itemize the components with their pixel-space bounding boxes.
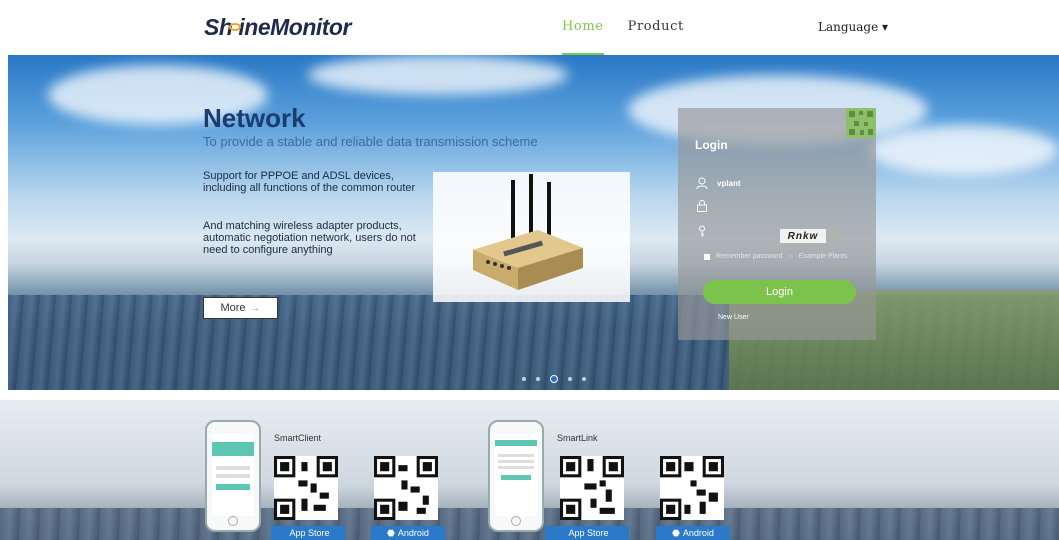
arrow-right-icon: → — [249, 302, 261, 314]
nav-product[interactable]: Product — [628, 19, 684, 55]
more-label: More — [220, 302, 246, 314]
phone-home-button — [511, 516, 521, 526]
cloud-decoration — [308, 55, 568, 95]
logo-shine: Sh — [204, 14, 233, 40]
smartclient-appstore-qr-icon — [274, 456, 338, 520]
login-panel: Login vplant Rnkw ✔ Remember password ⌂ … — [678, 108, 876, 340]
smartclient-appstore-button[interactable]: App Store — [271, 526, 345, 540]
remember-label[interactable]: Remember password — [716, 253, 783, 260]
apps-section: SmartClient App Store ⬣ Android SmartLink — [0, 400, 1059, 540]
phone-screen — [495, 434, 537, 516]
carousel-dot-1[interactable] — [522, 377, 526, 381]
login-button[interactable]: Login — [703, 280, 856, 304]
nav-home[interactable]: Home — [562, 19, 604, 55]
android-icon: ⬣ — [387, 527, 395, 538]
router-device-image — [433, 172, 630, 302]
username-value: vplant — [717, 178, 741, 188]
user-icon — [695, 176, 709, 190]
captcha-image[interactable]: Rnkw — [780, 229, 826, 243]
home-icon: ⌂ — [788, 253, 793, 260]
new-user-link[interactable]: New User — [718, 314, 749, 321]
banner-paragraph-1: Support for PPPOE and ADSL devices, incl… — [203, 170, 416, 194]
language-dropdown[interactable]: Language ▾ — [818, 20, 888, 34]
smartclient-android-button[interactable]: ⬣ Android — [371, 526, 445, 540]
main-nav: Home Product — [562, 19, 684, 55]
android-icon: ⬣ — [672, 527, 680, 538]
smartclient-phone-image — [205, 420, 261, 532]
remember-checkbox[interactable] — [704, 253, 710, 260]
smartlink-appstore-qr-icon — [560, 456, 624, 520]
username-field[interactable]: vplant — [695, 172, 860, 194]
carousel-dot-3[interactable] — [550, 375, 558, 383]
login-title: Login — [695, 138, 728, 152]
captcha-check-icon: ✔ — [830, 231, 837, 240]
smartlink-phone-image — [488, 420, 544, 532]
smartlink-name: SmartLink — [557, 433, 598, 443]
router-icon — [473, 174, 583, 290]
header: Sh ineMonitor Home Product Language ▾ — [0, 0, 1059, 55]
smartlink-appstore-button[interactable]: App Store — [545, 526, 629, 540]
banner-title: Network — [203, 103, 306, 133]
smartclient-name: SmartClient — [274, 433, 322, 443]
logo[interactable]: Sh ineMonitor — [204, 14, 351, 41]
hero-banner: Network To provide a stable and reliable… — [8, 55, 1059, 390]
carousel-dot-5[interactable] — [582, 377, 586, 381]
smartlink-android-button[interactable]: ⬣ Android — [656, 526, 730, 540]
carousel-dots — [522, 375, 586, 383]
cloud-decoration — [868, 125, 1058, 175]
qr-corner-icon[interactable] — [846, 108, 876, 138]
banner-subtitle: To provide a stable and reliable data tr… — [203, 134, 538, 149]
more-button[interactable]: More → — [203, 297, 278, 319]
smartlink-android-qr-icon — [660, 456, 724, 520]
banner-paragraph-2: And matching wireless adapter products, … — [203, 220, 416, 256]
carousel-dot-2[interactable] — [536, 377, 540, 381]
lock-icon — [695, 199, 709, 213]
key-icon — [695, 224, 709, 238]
password-field[interactable] — [695, 195, 860, 217]
logo-ine: ine — [238, 14, 271, 40]
example-plants-link[interactable]: Example Plants — [799, 253, 848, 260]
remember-row: Remember password ⌂ Example Plants — [704, 253, 847, 260]
smartclient-android-qr-icon — [374, 456, 438, 520]
phone-home-button — [228, 516, 238, 526]
carousel-dot-4[interactable] — [568, 377, 572, 381]
logo-monitor: Monitor — [270, 14, 351, 40]
phone-screen — [212, 434, 254, 516]
